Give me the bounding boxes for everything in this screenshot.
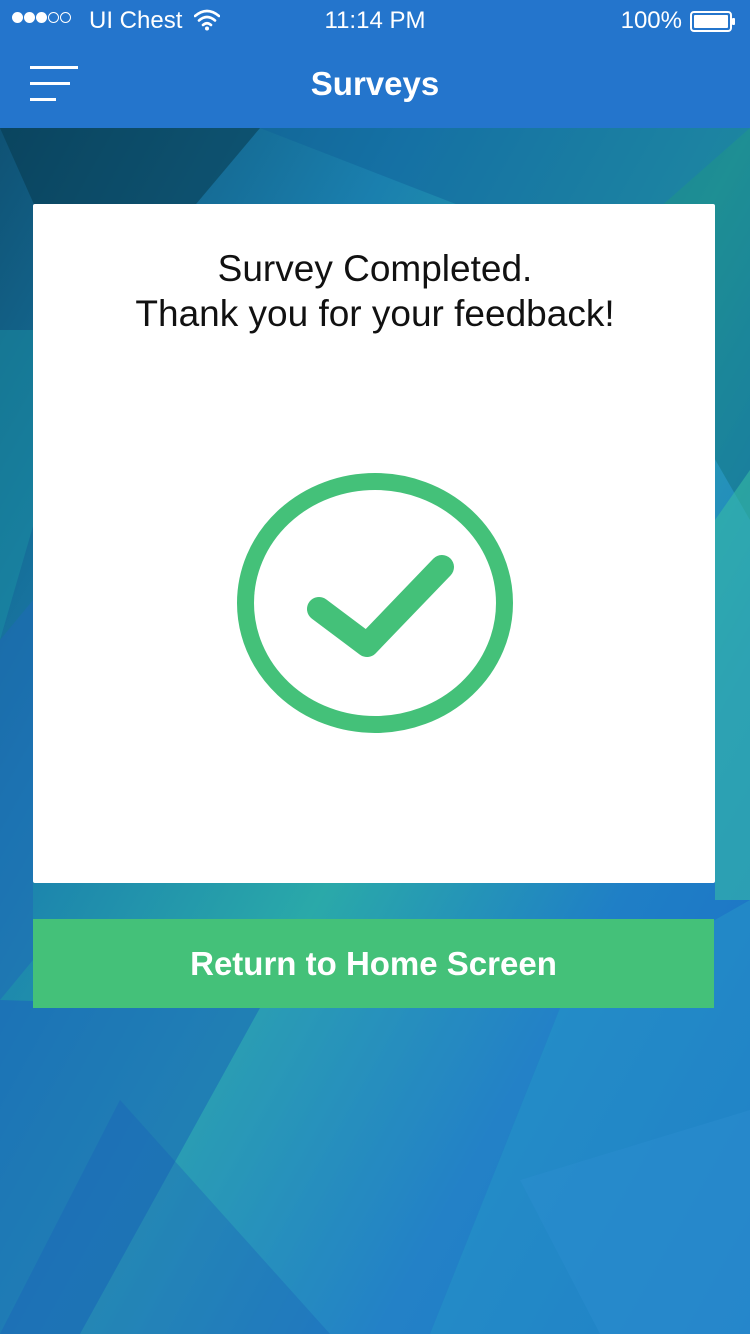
thank-you-text: Thank you for your feedback! <box>135 293 615 334</box>
completion-heading: Survey Completed. <box>217 248 533 289</box>
status-bar: UI Chest 11:14 PM 100% <box>0 0 750 40</box>
return-home-button[interactable]: Return to Home Screen <box>33 919 714 1008</box>
navigation-header: UI Chest 11:14 PM 100% Surveys <box>0 0 750 128</box>
battery-percentage: 100% <box>620 7 682 34</box>
battery-icon <box>690 11 735 32</box>
page-title: Surveys <box>310 65 440 102</box>
check-circle-icon <box>237 473 513 733</box>
completion-message: Survey Completed. Thank you for your fee… <box>0 246 750 336</box>
